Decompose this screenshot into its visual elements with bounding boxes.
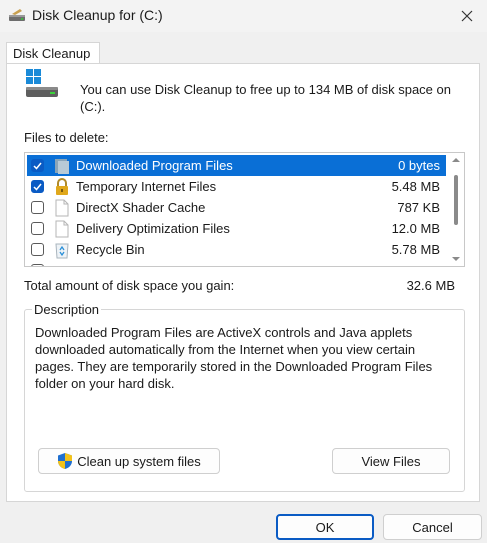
checkbox[interactable] xyxy=(31,222,44,235)
list-item-temporary-internet-files[interactable]: Temporary Internet Files 5.48 MB xyxy=(27,176,446,197)
item-name: Downloaded Program Files xyxy=(76,158,233,173)
listbox-scrollbar[interactable] xyxy=(448,153,464,266)
file-icon xyxy=(55,220,69,237)
item-name: Temporary Internet Files xyxy=(76,179,217,194)
checkbox[interactable] xyxy=(31,180,44,193)
list-item-partial[interactable] xyxy=(27,260,446,266)
list-item-directx-shader-cache[interactable]: DirectX Shader Cache 787 KB xyxy=(27,197,446,218)
list-item-downloaded-program-files[interactable]: Downloaded Program Files 0 bytes xyxy=(27,155,446,176)
shield-icon xyxy=(58,453,73,469)
list-item-delivery-optimization-files[interactable]: Delivery Optimization Files 12.0 MB xyxy=(27,218,446,239)
close-button[interactable] xyxy=(447,0,487,32)
files-to-delete-label: Files to delete: xyxy=(24,130,109,145)
item-size: 12.0 MB xyxy=(391,221,440,236)
checkbox[interactable] xyxy=(31,243,44,256)
window-title: Disk Cleanup for (C:) xyxy=(32,7,163,23)
checkbox[interactable] xyxy=(31,159,44,172)
description-legend: Description xyxy=(32,302,102,317)
folder-icon xyxy=(55,158,69,174)
description-text: Downloaded Program Files are ActiveX con… xyxy=(35,325,433,391)
total-label: Total amount of disk space you gain: xyxy=(24,278,235,293)
drive-icon xyxy=(26,69,58,97)
recycle-bin-icon xyxy=(55,243,69,258)
checkmark-icon xyxy=(33,183,42,191)
files-listbox[interactable]: Downloaded Program Files 0 bytes Tempora… xyxy=(24,152,465,267)
checkbox[interactable] xyxy=(31,201,44,214)
total-value: 32.6 MB xyxy=(406,278,455,293)
disk-cleanup-icon xyxy=(9,9,25,21)
item-size: 5.48 MB xyxy=(391,179,440,194)
lock-icon xyxy=(56,177,68,195)
item-size: 5.78 MB xyxy=(391,242,440,257)
clean-up-system-files-button[interactable]: Clean up system files xyxy=(38,448,220,474)
close-icon xyxy=(461,10,473,22)
item-name: Recycle Bin xyxy=(76,242,145,257)
item-size: 787 KB xyxy=(397,200,440,215)
item-name: Delivery Optimization Files xyxy=(76,221,230,236)
title-bar: Disk Cleanup for (C:) xyxy=(0,0,487,32)
file-icon xyxy=(55,199,69,216)
button-label: Clean up system files xyxy=(77,453,201,469)
view-files-button[interactable]: View Files xyxy=(332,448,450,474)
checkbox[interactable] xyxy=(31,264,44,266)
scroll-up-arrow-icon[interactable] xyxy=(452,158,460,162)
scrollbar-thumb[interactable] xyxy=(454,175,458,225)
checkmark-icon xyxy=(33,162,42,170)
item-name: DirectX Shader Cache xyxy=(76,200,206,215)
tab-disk-cleanup[interactable]: Disk Cleanup xyxy=(6,42,100,64)
list-item-recycle-bin[interactable]: Recycle Bin 5.78 MB xyxy=(27,239,446,260)
scroll-down-arrow-icon[interactable] xyxy=(452,257,460,261)
ok-button[interactable]: OK xyxy=(276,514,374,540)
intro-text: You can use Disk Cleanup to free up to 1… xyxy=(80,82,451,114)
item-size: 0 bytes xyxy=(398,158,440,173)
cancel-button[interactable]: Cancel xyxy=(383,514,482,540)
